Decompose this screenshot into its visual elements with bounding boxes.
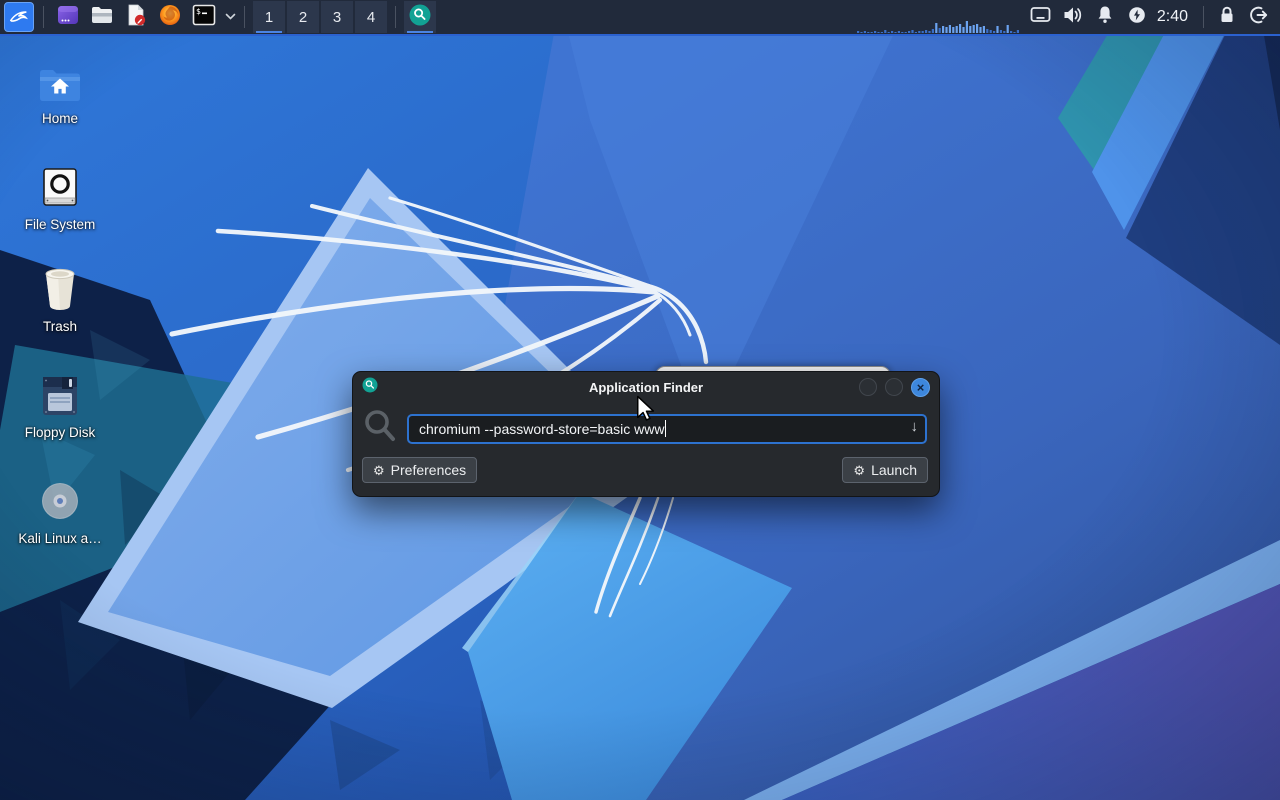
cpu-graph[interactable]: [856, 6, 1021, 34]
desktop-icon-label: File System: [24, 217, 96, 232]
cd-disc-icon: [37, 474, 83, 524]
panel-separator: [244, 6, 245, 28]
home-folder-icon: [37, 54, 83, 104]
active-workspace-underline: [256, 31, 282, 33]
top-panel: $ 1 2 3 4 2:40: [0, 0, 1280, 36]
firefox-launcher[interactable]: [155, 2, 185, 32]
desktop-icon-label: Home: [41, 111, 78, 126]
workspace-3-button[interactable]: 3: [321, 1, 353, 33]
network-icon: [1030, 6, 1051, 29]
workspace-2-button[interactable]: 2: [287, 1, 319, 33]
firefox-icon: [158, 3, 182, 32]
close-icon: ×: [916, 379, 925, 395]
gear-icon: ⚙: [373, 462, 385, 478]
search-input-value: chromium --password-store=basic www: [419, 420, 665, 437]
text-editor-launcher[interactable]: [121, 2, 151, 32]
kali-menu-button[interactable]: [4, 2, 34, 32]
hard-disk-icon: [38, 160, 82, 210]
floppy-disk-icon: [38, 368, 82, 418]
minimize-button[interactable]: [859, 378, 877, 396]
panel-separator: [1203, 6, 1204, 28]
desktop-icon-home[interactable]: Home: [8, 54, 112, 126]
launch-gear-icon: ⚙: [853, 462, 866, 478]
window-app-icon: [56, 3, 80, 32]
power-manager-tray-button[interactable]: [1124, 4, 1150, 30]
launch-button[interactable]: ⚙ Launch: [842, 457, 928, 483]
volume-tray-button[interactable]: [1060, 4, 1086, 30]
logout-button[interactable]: [1246, 4, 1272, 30]
workspace-1-button[interactable]: 1: [253, 1, 285, 33]
text-caret: [665, 420, 667, 437]
mouse-cursor: [636, 395, 655, 428]
logout-icon: [1249, 5, 1269, 30]
desktop-icon-kali-cd[interactable]: Kali Linux a…: [8, 474, 112, 546]
svg-text:$: $: [196, 7, 201, 16]
window-app-launcher[interactable]: [53, 2, 83, 32]
desktop-root: $ 1 2 3 4 2:40 Home File System Trash Fl…: [0, 0, 1280, 800]
workspace-4-label: 4: [366, 8, 376, 26]
workspace-2-label: 2: [298, 8, 308, 26]
launch-button-label: Launch: [871, 462, 917, 478]
desktop-icon-label: Kali Linux a…: [18, 531, 102, 546]
window-title: Application Finder: [588, 379, 704, 395]
panel-separator: [395, 6, 396, 28]
workspace-1-label: 1: [264, 8, 274, 26]
bell-icon: [1096, 5, 1114, 29]
terminal-launcher[interactable]: $: [189, 2, 219, 32]
kali-logo-icon: [8, 4, 30, 31]
desktop-icon-trash[interactable]: Trash: [8, 262, 112, 334]
desktop-icon-label: Floppy Disk: [24, 425, 96, 440]
file-manager-launcher[interactable]: [87, 2, 117, 32]
preferences-button[interactable]: ⚙ Preferences: [362, 457, 478, 483]
panel-separator: [43, 6, 44, 28]
speaker-icon: [1063, 6, 1083, 29]
chevron-down-icon: [225, 8, 236, 26]
desktop-icon-floppy-disk[interactable]: Floppy Disk: [8, 368, 112, 440]
search-input[interactable]: chromium --password-store=basic www ↓: [407, 413, 927, 444]
lock-screen-button[interactable]: [1214, 4, 1240, 30]
terminal-dropdown-button[interactable]: [223, 10, 237, 24]
network-tray-button[interactable]: [1028, 4, 1054, 30]
trash-icon: [39, 262, 81, 312]
close-button[interactable]: ×: [911, 377, 930, 397]
maximize-button[interactable]: [885, 378, 903, 396]
appfinder-taskbar-button[interactable]: [404, 1, 436, 33]
lock-icon: [1218, 5, 1236, 29]
panel-clock[interactable]: 2:40: [1157, 8, 1188, 26]
desktop-icon-file-system[interactable]: File System: [8, 160, 112, 232]
desktop-icon-label: Trash: [42, 319, 77, 334]
workspace-3-label: 3: [332, 8, 342, 26]
dropdown-arrow-icon[interactable]: ↓: [911, 418, 919, 435]
workspace-4-button[interactable]: 4: [355, 1, 387, 33]
search-badge-icon: [408, 3, 432, 32]
power-bolt-icon: [1128, 6, 1146, 29]
terminal-icon: $: [192, 3, 216, 32]
active-task-underline: [407, 31, 433, 33]
document-icon: [124, 3, 148, 32]
preferences-button-label: Preferences: [390, 462, 467, 478]
application-finder-window: Application Finder × chromium --password…: [352, 371, 940, 497]
notifications-tray-button[interactable]: [1092, 4, 1118, 30]
folder-icon: [90, 3, 114, 32]
appfinder-window-icon: [362, 377, 378, 398]
search-icon: [363, 409, 397, 448]
